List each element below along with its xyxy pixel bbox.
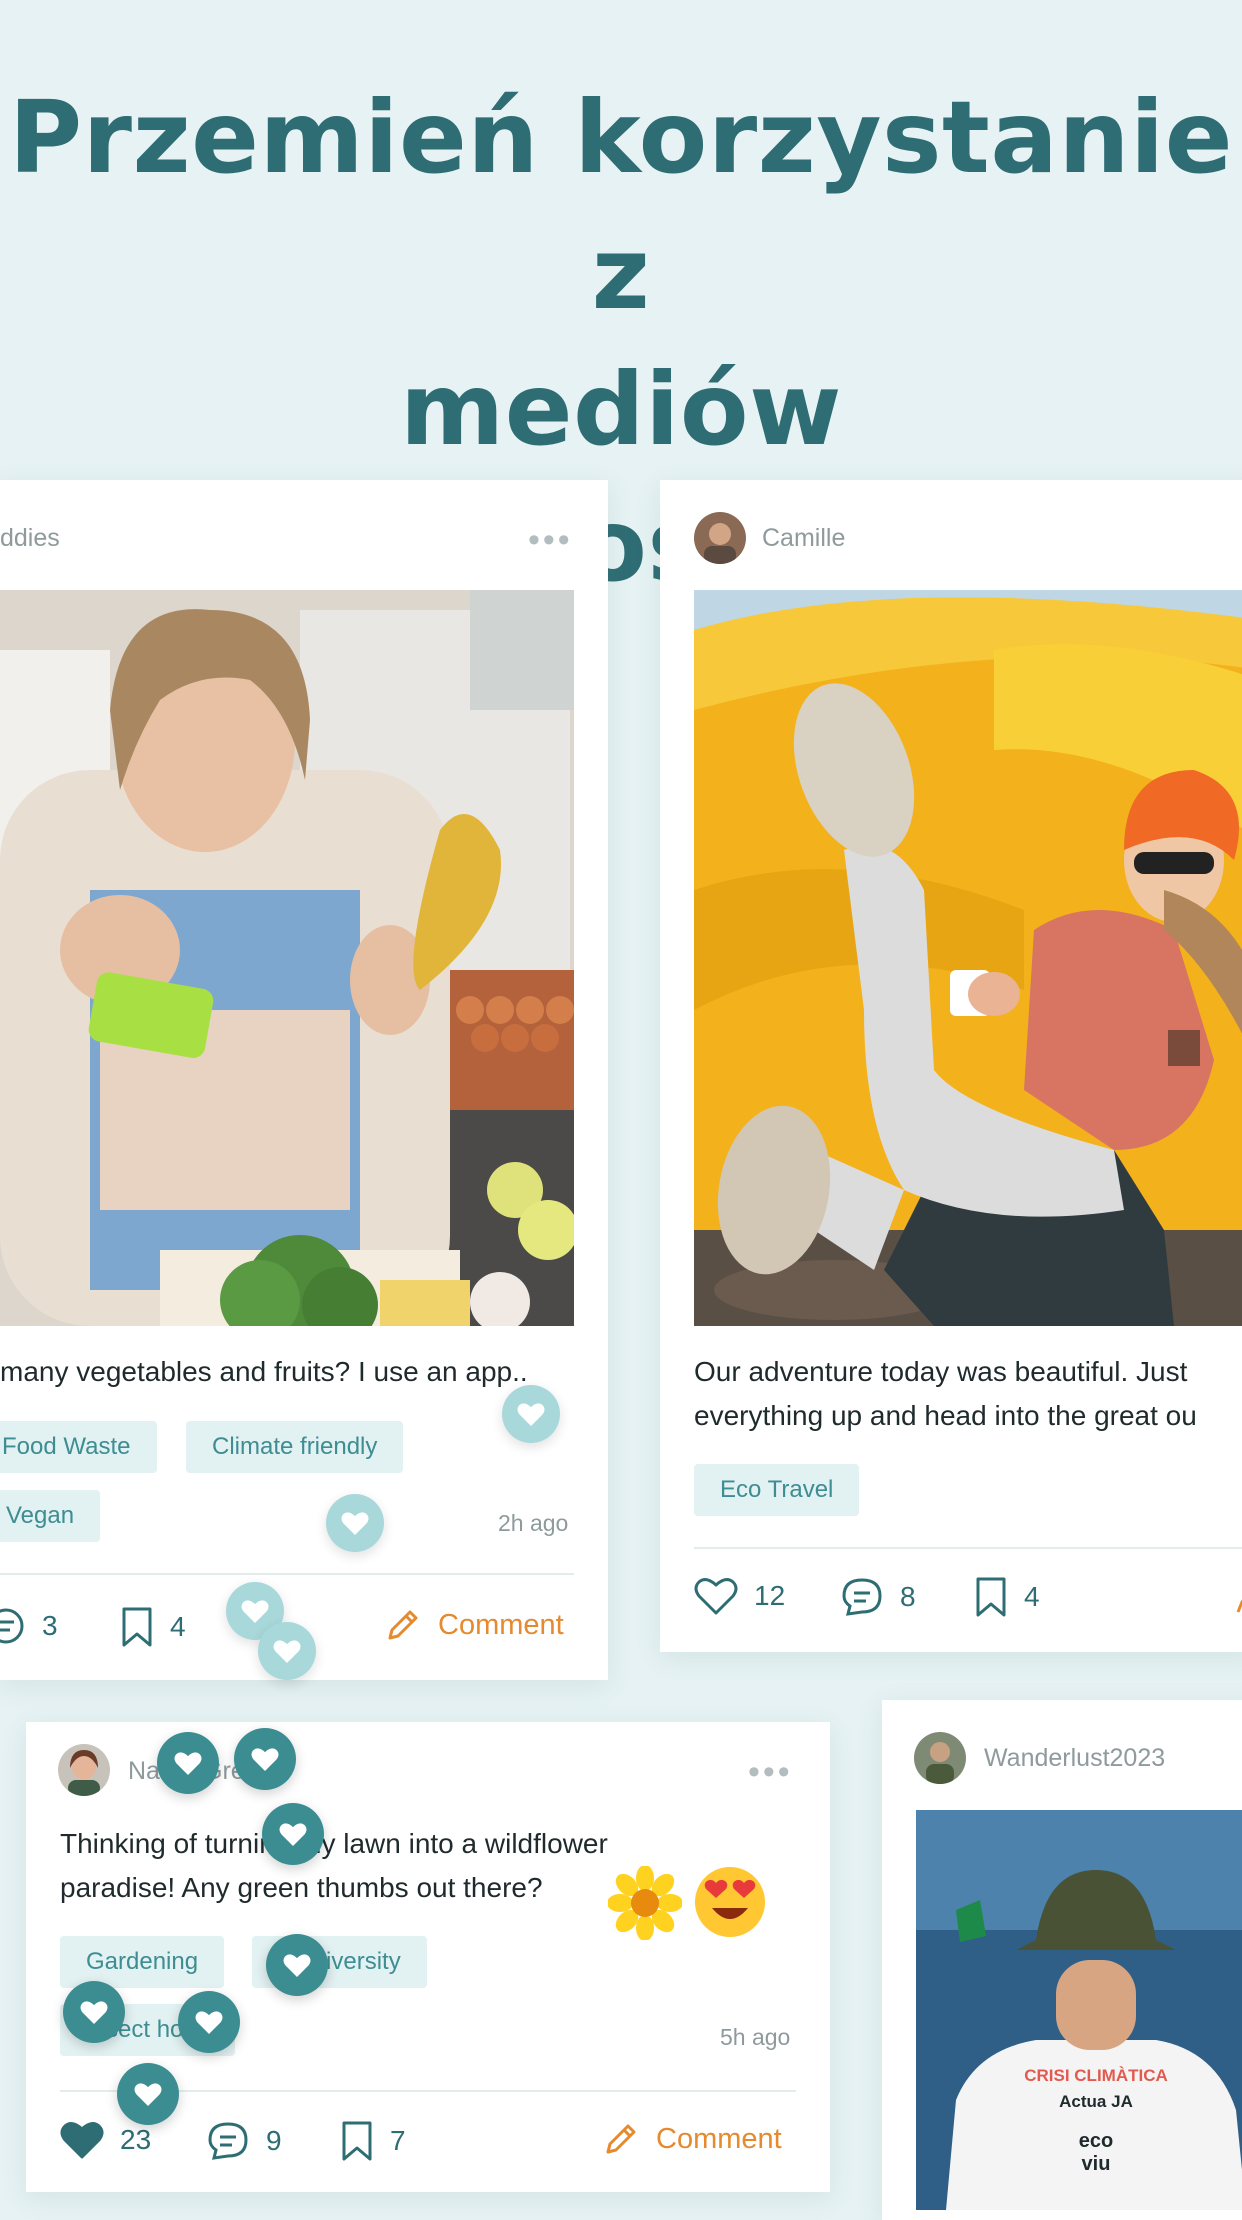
floating-heart-bubble — [326, 1494, 384, 1552]
shirt-line-1: CRISI CLIMÀTICA — [1024, 2066, 1168, 2085]
heart-icon — [279, 1822, 307, 1846]
divider — [0, 1573, 574, 1575]
likes-stat[interactable]: 12 — [694, 1576, 785, 1616]
comments-stat[interactable]: 9 — [206, 2120, 282, 2162]
avatar[interactable] — [58, 1744, 110, 1796]
heart-icon — [273, 1639, 301, 1663]
floating-heart-bubble — [63, 1981, 125, 2043]
tag-food-waste[interactable]: Food Waste — [0, 1421, 157, 1473]
bookmark-icon — [342, 2121, 372, 2161]
saves-count: 4 — [1024, 1581, 1040, 1612]
heart-outline-icon — [694, 1578, 738, 1615]
comment-bubble-icon — [208, 2122, 248, 2160]
shirt-text: CRISI CLIMÀTICA Actua JA eco viu — [1016, 2066, 1176, 2176]
saves-stat[interactable]: 7 — [340, 2120, 406, 2162]
comments-count: 9 — [266, 2125, 282, 2156]
comments-count: 8 — [900, 1581, 916, 1612]
comments-stat[interactable]: 8 — [840, 1576, 916, 1618]
pencil-icon — [606, 2124, 636, 2154]
caption-line-1: Our adventure today was beautiful. Just — [694, 1356, 1188, 1387]
post-caption: many vegetables and fruits? I use an app… — [0, 1356, 528, 1387]
sunflower-emoji — [607, 1865, 683, 1945]
divider — [694, 1547, 1242, 1549]
heart-icon — [283, 1953, 311, 1977]
comment-bubble-icon — [0, 1608, 24, 1644]
saves-count: 4 — [170, 1611, 186, 1642]
bookmark-icon — [976, 1577, 1006, 1617]
heart-icon — [341, 1511, 369, 1535]
heart-icon — [517, 1402, 545, 1426]
comment-button[interactable]: Comment — [602, 2120, 782, 2158]
shirt-line-3: eco — [1078, 2130, 1114, 2152]
post-card-wanderlust: Wanderlust2023 CRISI CLIMÀTICA Actua JA … — [882, 1700, 1242, 2220]
heart-icon — [195, 2010, 223, 2034]
likes-count: 12 — [754, 1580, 786, 1611]
comment-label: Comment — [656, 2122, 782, 2155]
heart-icon — [134, 2082, 162, 2106]
headline-line-1: Przemień korzystanie z — [8, 79, 1234, 332]
avatar[interactable] — [914, 1732, 966, 1784]
post-username[interactable]: Wanderlust2023 — [984, 1744, 1165, 1773]
heart-icon — [251, 1747, 279, 1771]
post-username[interactable]: Camille — [762, 524, 845, 553]
floating-heart-bubble — [117, 2063, 179, 2125]
more-dots-icon[interactable]: ••• — [528, 523, 573, 557]
heart-eyes-emoji — [692, 1864, 768, 1945]
saves-stat[interactable]: 4 — [120, 1606, 186, 1648]
post-username[interactable]: ddies — [0, 524, 60, 553]
floating-heart-bubble — [178, 1991, 240, 2053]
heart-icon — [241, 1599, 269, 1623]
post-time: 2h ago — [498, 1510, 569, 1536]
shirt-line-2: Actua JA — [1059, 2092, 1133, 2111]
floating-heart-bubble — [157, 1732, 219, 1794]
comments-count: 3 — [42, 1610, 58, 1641]
comment-label: Comment — [438, 1608, 564, 1641]
avatar[interactable] — [694, 512, 746, 564]
tag-climate-friendly[interactable]: Climate friendly — [186, 1421, 404, 1473]
caption-line-1: Thinking of turning my lawn into a wildf… — [60, 1828, 608, 1859]
floating-heart-bubble — [234, 1728, 296, 1790]
tag-vegan[interactable]: Vegan — [0, 1490, 101, 1542]
post-caption: Our adventure today was beautiful. Just … — [694, 1350, 1197, 1438]
heart-icon — [80, 2000, 108, 2024]
pencil-icon — [388, 1610, 418, 1640]
caption-line-2: everything up and head into the great ou — [694, 1400, 1197, 1431]
pencil-icon[interactable] — [1236, 1580, 1242, 1618]
post-time: 5h ago — [720, 2024, 791, 2050]
bookmark-icon — [122, 1607, 152, 1647]
floating-heart-bubble — [266, 1934, 328, 1996]
floating-heart-bubble — [258, 1622, 316, 1680]
tag-gardening[interactable]: Gardening — [60, 1936, 225, 1988]
comment-button[interactable]: Comment — [384, 1606, 564, 1644]
likes-stat[interactable]: 23 — [60, 2120, 151, 2160]
post-photo-man-by-sea[interactable]: CRISI CLIMÀTICA Actua JA eco viu — [916, 1810, 1242, 2210]
caption-line-2: paradise! Any green thumbs out there? — [60, 1872, 543, 1903]
saves-stat[interactable]: 4 — [974, 1576, 1040, 1618]
tag-eco-travel[interactable]: Eco Travel — [694, 1464, 860, 1516]
likes-count: 23 — [120, 2124, 152, 2155]
heart-icon — [174, 1751, 202, 1775]
floating-heart-bubble — [262, 1803, 324, 1865]
shirt-line-4: viu — [1081, 2153, 1111, 2175]
post-photo-woman-at-tent[interactable] — [694, 590, 1242, 1326]
headline-line-2: mediów — [400, 351, 842, 468]
post-caption: Thinking of turning my lawn into a wildf… — [60, 1822, 608, 1910]
saves-count: 7 — [390, 2125, 406, 2156]
floating-heart-bubble — [502, 1385, 560, 1443]
more-dots-icon[interactable]: ••• — [748, 1755, 793, 1789]
comments-stat[interactable]: 3 — [0, 1606, 58, 1646]
post-photo-woman-with-vegetables[interactable] — [0, 590, 574, 1326]
comment-bubble-icon — [842, 1578, 882, 1616]
post-card-camping: Camille Our adventure today was beautifu… — [660, 480, 1242, 1652]
post-card-food: ddies ••• many vegetables and fruits? I … — [0, 480, 608, 1680]
heart-filled-icon — [60, 2122, 104, 2159]
